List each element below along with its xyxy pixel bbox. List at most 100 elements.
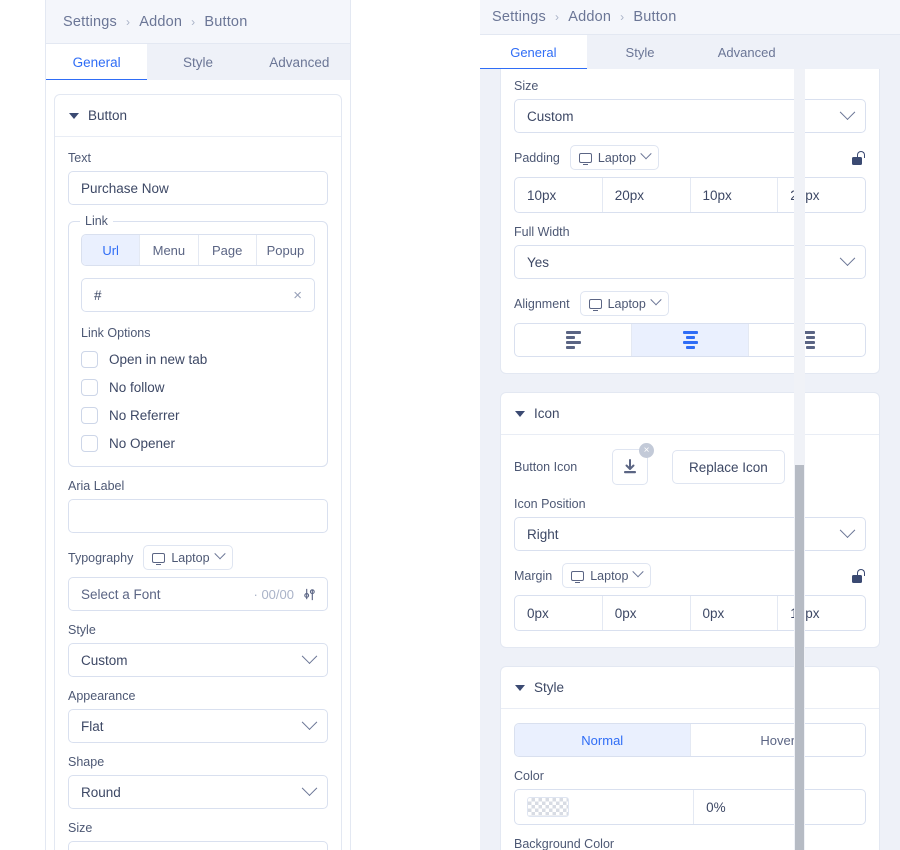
button-card: Button Text Purchase Now Link Url Menu P… <box>54 94 342 850</box>
link-option-no-referrer[interactable]: No Referrer <box>81 407 315 424</box>
icon-position-select[interactable]: Right <box>514 517 866 551</box>
style-card-title: Style <box>534 680 565 695</box>
clear-icon[interactable]: × <box>293 287 302 304</box>
text-input[interactable]: Purchase Now <box>68 171 328 205</box>
margin-left-input[interactable]: 10px <box>778 596 865 630</box>
link-url-value: # <box>94 287 102 303</box>
device-selector-padding[interactable]: Laptop <box>569 145 660 170</box>
left-settings-panel: Settings › Addon › Button General Style … <box>45 0 351 850</box>
link-option-no-opener[interactable]: No Opener <box>81 435 315 452</box>
typography-label: Typography <box>68 550 134 565</box>
size-select[interactable]: Custom <box>514 99 866 133</box>
color-row: 0% <box>514 789 866 825</box>
full-width-value: Yes <box>527 254 550 270</box>
tab-general[interactable]: General <box>480 35 587 70</box>
tab-advanced[interactable]: Advanced <box>693 35 801 69</box>
sliders-icon[interactable] <box>302 587 317 602</box>
button-card-title: Button <box>88 108 128 123</box>
margin-right-input[interactable]: 0px <box>603 596 691 630</box>
button-icon-label: Button Icon <box>514 460 578 474</box>
state-hover[interactable]: Hover <box>690 724 865 756</box>
link-option-no-follow[interactable]: No follow <box>81 379 315 396</box>
breadcrumb-item-addon[interactable]: Addon <box>139 14 182 30</box>
link-url-input-wrapper[interactable]: # × <box>81 278 315 312</box>
align-left-icon <box>565 331 581 349</box>
style-select[interactable]: Custom <box>68 643 328 677</box>
scrollbar-track[interactable] <box>794 69 805 850</box>
device-selector-alignment[interactable]: Laptop <box>579 291 669 316</box>
chevron-down-icon[interactable] <box>515 410 525 417</box>
margin-inputs: 0px 0px 0px 10px <box>514 595 866 631</box>
breadcrumb-item-settings[interactable]: Settings <box>492 9 546 25</box>
breadcrumb-item-button[interactable]: Button <box>633 9 676 25</box>
padding-top-input[interactable]: 10px <box>515 178 603 212</box>
tab-advanced[interactable]: Advanced <box>248 44 350 80</box>
link-fieldset: Link Url Menu Page Popup # × Link Option… <box>68 214 328 467</box>
aria-label-input[interactable] <box>68 499 328 533</box>
replace-icon-button[interactable]: Replace Icon <box>672 450 785 484</box>
margin-bottom-input[interactable]: 0px <box>691 596 779 630</box>
checkbox[interactable] <box>81 435 98 452</box>
link-type-popup[interactable]: Popup <box>256 235 314 265</box>
chevron-down-icon[interactable] <box>69 112 79 119</box>
align-center-icon <box>682 331 698 349</box>
icon-position-label: Icon Position <box>514 497 586 511</box>
tab-style[interactable]: Style <box>586 35 694 69</box>
breadcrumb-item-addon[interactable]: Addon <box>568 9 611 25</box>
full-width-select[interactable]: Yes <box>514 245 866 279</box>
link-type-url[interactable]: Url <box>82 235 141 265</box>
checkbox[interactable] <box>81 379 98 396</box>
tab-bar: General Style Advanced <box>480 35 801 70</box>
align-left-button[interactable] <box>515 324 632 356</box>
padding-bottom-input[interactable]: 10px <box>691 178 779 212</box>
size-select-value: Custom <box>527 108 574 124</box>
size-select[interactable]: Custom <box>68 841 328 850</box>
align-center-button[interactable] <box>632 324 749 356</box>
unlock-icon[interactable] <box>852 568 866 583</box>
right-panel-scroll-area[interactable]: Size Custom Padding Laptop 10px 20px 10p… <box>480 69 900 850</box>
monitor-icon <box>578 152 592 165</box>
screenshot-root: Settings › Addon › Button General Style … <box>0 0 900 850</box>
device-name: Laptop <box>607 296 646 311</box>
device-name: Laptop <box>171 550 210 565</box>
scrollbar-thumb[interactable] <box>795 465 804 850</box>
breadcrumb-item-button[interactable]: Button <box>204 14 247 30</box>
download-icon <box>624 459 636 474</box>
link-option-open-new-tab[interactable]: Open in new tab <box>81 351 315 368</box>
align-right-button[interactable] <box>749 324 865 356</box>
right-settings-panel: Settings › Addon › Button General Style … <box>480 0 900 850</box>
state-normal[interactable]: Normal <box>515 724 691 756</box>
checkbox[interactable] <box>81 407 98 424</box>
link-type-page[interactable]: Page <box>198 235 257 265</box>
color-swatch[interactable] <box>527 797 569 817</box>
color-swatch-cell[interactable] <box>515 790 695 824</box>
margin-top-input[interactable]: 0px <box>515 596 603 630</box>
button-icon-preview[interactable]: × <box>612 443 654 485</box>
style-card-header[interactable]: Style <box>501 667 879 709</box>
alignment-header-row: Alignment Laptop <box>514 291 866 316</box>
chevron-down-icon[interactable] <box>515 684 525 691</box>
remove-icon[interactable]: × <box>639 443 654 458</box>
padding-left-input[interactable]: 20px <box>778 178 865 212</box>
color-opacity-input[interactable]: 0% <box>694 790 865 824</box>
device-selector-typography[interactable]: Laptop <box>143 545 233 570</box>
size-select-label: Size <box>514 79 539 93</box>
link-type-menu[interactable]: Menu <box>140 235 199 265</box>
button-card-header[interactable]: Button <box>55 95 341 137</box>
checkbox[interactable] <box>81 351 98 368</box>
icon-card-header[interactable]: Icon <box>501 393 879 435</box>
tab-style[interactable]: Style <box>147 44 249 80</box>
tab-general[interactable]: General <box>46 44 148 81</box>
breadcrumb-item-settings[interactable]: Settings <box>63 14 117 30</box>
unlock-icon[interactable] <box>852 150 866 165</box>
shape-select-label: Shape <box>68 755 105 769</box>
link-option-label: No Opener <box>109 436 176 451</box>
breadcrumb-separator-icon: › <box>191 14 196 29</box>
left-panel-scroll-area[interactable]: Button Text Purchase Now Link Url Menu P… <box>46 80 350 850</box>
device-selector-margin[interactable]: Laptop <box>562 563 652 588</box>
appearance-select[interactable]: Flat <box>68 709 328 743</box>
shape-select[interactable]: Round <box>68 775 328 809</box>
font-picker[interactable]: Select a Font · 00/00 <box>68 577 328 611</box>
chevron-down-icon <box>301 713 318 730</box>
padding-right-input[interactable]: 20px <box>603 178 691 212</box>
